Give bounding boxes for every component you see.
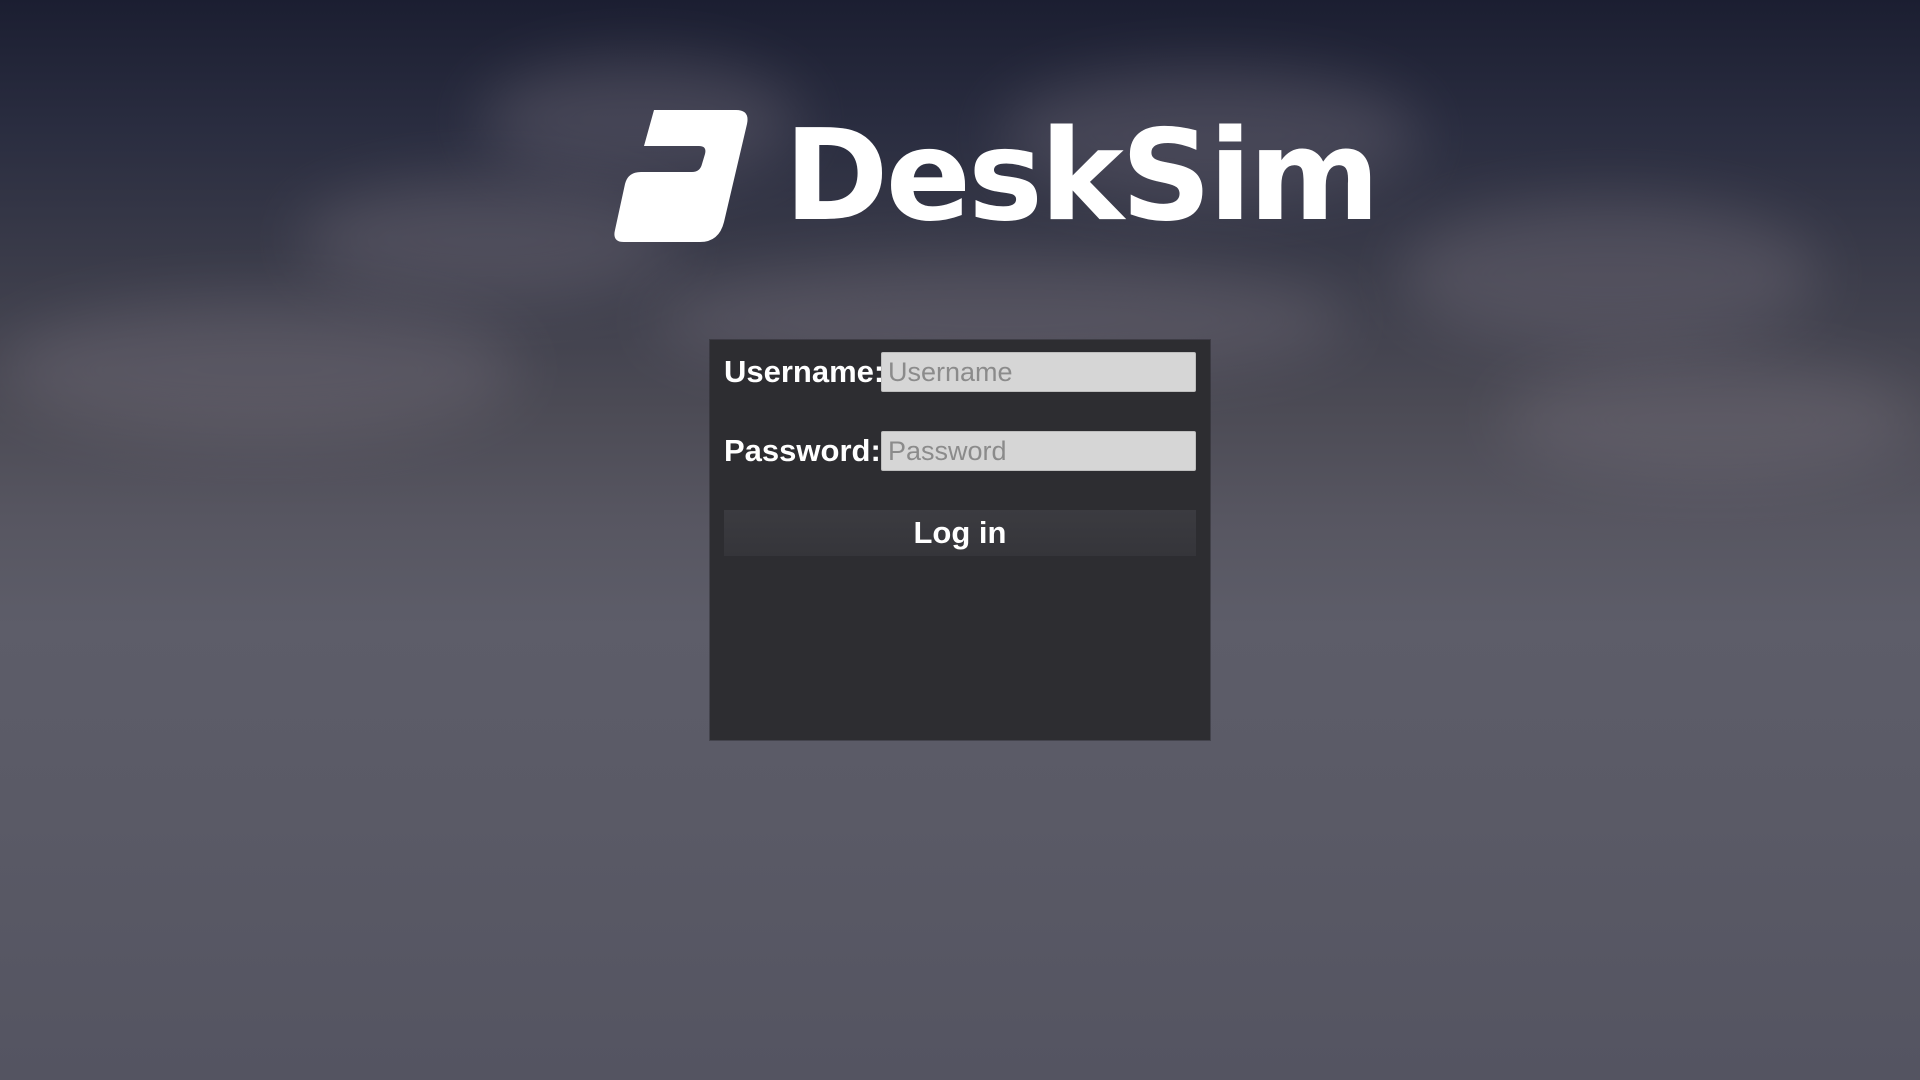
cloud-shape: [1500, 360, 1920, 480]
username-row: Username:: [724, 352, 1196, 392]
cloud-shape: [0, 300, 520, 440]
app-logo: DeskSim: [614, 110, 1380, 242]
login-button[interactable]: Log in: [724, 510, 1196, 556]
cloud-shape: [1400, 200, 1820, 350]
app-name: DeskSim: [784, 102, 1380, 249]
password-row: Password:: [724, 431, 1196, 471]
login-panel: Username: Password: Log in: [710, 340, 1210, 740]
username-input[interactable]: [881, 352, 1196, 392]
desksim-logo-icon: [614, 110, 748, 242]
password-input[interactable]: [881, 431, 1196, 471]
username-label: Username:: [724, 354, 885, 389]
password-label: Password:: [724, 433, 881, 468]
